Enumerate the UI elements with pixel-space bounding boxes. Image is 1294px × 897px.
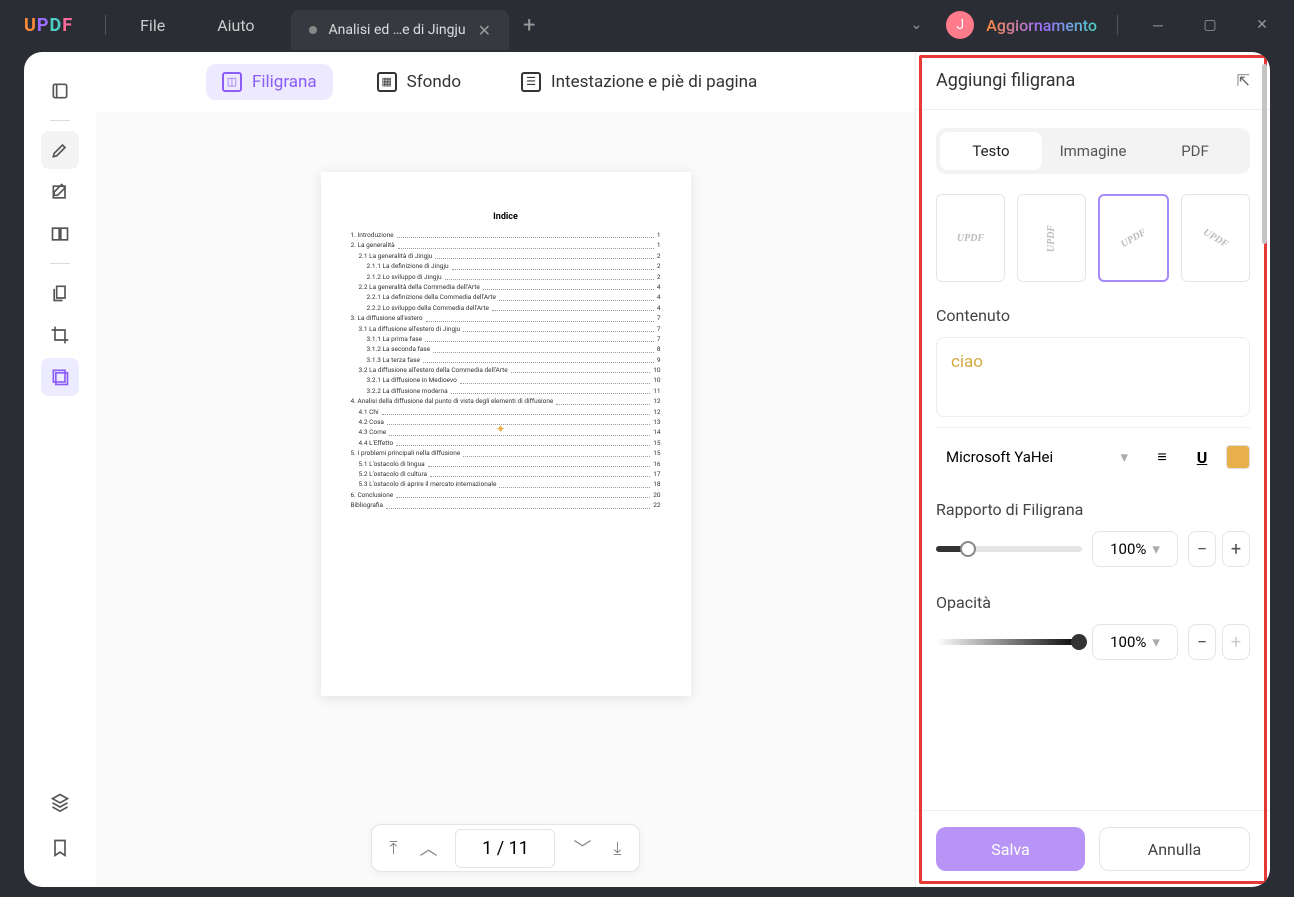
- rail-highlighter-icon[interactable]: [41, 131, 79, 169]
- close-window-icon[interactable]: ✕: [1242, 9, 1282, 41]
- scrollbar[interactable]: [1262, 110, 1267, 244]
- tab-label: Sfondo: [407, 72, 461, 92]
- rail-layers-icon[interactable]: [41, 783, 79, 821]
- ratio-value[interactable]: 100%▾: [1092, 531, 1178, 567]
- menu-help[interactable]: Aiuto: [191, 16, 280, 35]
- table-of-contents: 1. Introduzione12. La generalità12.1 La …: [351, 230, 661, 511]
- maximize-icon[interactable]: ▢: [1190, 9, 1230, 41]
- watermark-handle-icon[interactable]: ✦: [496, 422, 506, 436]
- last-page-icon[interactable]: ⤓: [610, 834, 626, 863]
- chevron-down-icon: ▾: [1120, 448, 1128, 466]
- watermark-tab-icon: ◫: [222, 72, 242, 92]
- minimize-icon[interactable]: ─: [1138, 9, 1178, 41]
- tab-watermark[interactable]: ◫ Filigrana: [206, 64, 333, 100]
- panel-expand-icon[interactable]: ⇱: [1237, 71, 1250, 90]
- document-page[interactable]: Indice 1. Introduzione12. La generalità1…: [321, 172, 691, 696]
- underline-icon[interactable]: U: [1186, 441, 1218, 473]
- align-icon[interactable]: ≡: [1146, 441, 1178, 473]
- next-page-icon[interactable]: ﹀: [570, 831, 596, 865]
- menu-file[interactable]: File: [114, 16, 191, 35]
- app-logo: UPDF: [0, 15, 97, 36]
- user-avatar[interactable]: J: [946, 11, 974, 39]
- add-tab-button[interactable]: +: [509, 13, 549, 38]
- first-page-icon[interactable]: ⤒: [386, 834, 402, 863]
- type-tab-pdf[interactable]: PDF: [1144, 132, 1246, 170]
- page-navigator: ⤒ ︿ 1 / 11 ﹀ ⤓: [371, 824, 641, 872]
- watermark-preset-4[interactable]: UPDF: [1181, 194, 1250, 282]
- opacity-label: Opacità: [936, 593, 1250, 612]
- save-button[interactable]: Salva: [936, 827, 1085, 871]
- rail-compare-icon[interactable]: [41, 215, 79, 253]
- tab-title: Analisi ed …e di Jingju: [329, 22, 466, 38]
- tab-label: Filigrana: [252, 72, 317, 92]
- type-tab-image[interactable]: Immagine: [1042, 132, 1144, 170]
- cancel-button[interactable]: Annulla: [1099, 827, 1250, 871]
- watermark-preset-1[interactable]: UPDF: [936, 194, 1005, 282]
- opacity-decrease-button[interactable]: −: [1188, 624, 1216, 660]
- ratio-increase-button[interactable]: +: [1222, 531, 1250, 567]
- page-title: Indice: [351, 212, 661, 222]
- rail-crop-icon[interactable]: [41, 316, 79, 354]
- rail-watermark-icon[interactable]: [41, 358, 79, 396]
- tab-indicator-icon: [309, 26, 317, 34]
- rail-bookmark-icon[interactable]: [41, 829, 79, 867]
- rail-edit-icon[interactable]: [41, 173, 79, 211]
- opacity-value[interactable]: 100%▾: [1092, 624, 1178, 660]
- tab-background[interactable]: ▦ Sfondo: [361, 64, 477, 100]
- close-tab-icon[interactable]: ✕: [478, 21, 491, 40]
- page-number-input[interactable]: 1 / 11: [456, 829, 556, 868]
- watermark-preset-3[interactable]: UPDF: [1098, 194, 1169, 282]
- panel-title: Aggiungi filigrana: [936, 70, 1075, 91]
- upgrade-link[interactable]: Aggiornamento: [986, 16, 1097, 35]
- rail-pages-icon[interactable]: [41, 274, 79, 312]
- header-footer-tab-icon: ☰: [521, 72, 541, 92]
- tab-header-footer[interactable]: ☰ Intestazione e piè di pagina: [505, 64, 773, 100]
- ratio-slider[interactable]: [936, 546, 1082, 552]
- opacity-increase-button[interactable]: +: [1222, 624, 1250, 660]
- document-tab[interactable]: Analisi ed …e di Jingju ✕: [291, 10, 509, 50]
- watermark-text-input[interactable]: ciao: [936, 337, 1250, 417]
- ratio-label: Rapporto di Filigrana: [936, 500, 1250, 519]
- prev-page-icon[interactable]: ︿: [416, 831, 442, 865]
- tab-label: Intestazione e piè di pagina: [551, 72, 757, 92]
- opacity-slider[interactable]: [936, 639, 1082, 645]
- background-tab-icon: ▦: [377, 72, 397, 92]
- watermark-preset-2[interactable]: UPDF: [1017, 194, 1086, 282]
- font-select[interactable]: Microsoft YaHei ▾: [936, 440, 1138, 474]
- content-label: Contenuto: [936, 306, 1250, 325]
- text-color-swatch[interactable]: [1226, 445, 1250, 469]
- rail-reader-icon[interactable]: [41, 72, 79, 110]
- type-tab-text[interactable]: Testo: [940, 132, 1042, 170]
- tabs-dropdown-icon[interactable]: ⌄: [899, 17, 935, 33]
- ratio-decrease-button[interactable]: −: [1188, 531, 1216, 567]
